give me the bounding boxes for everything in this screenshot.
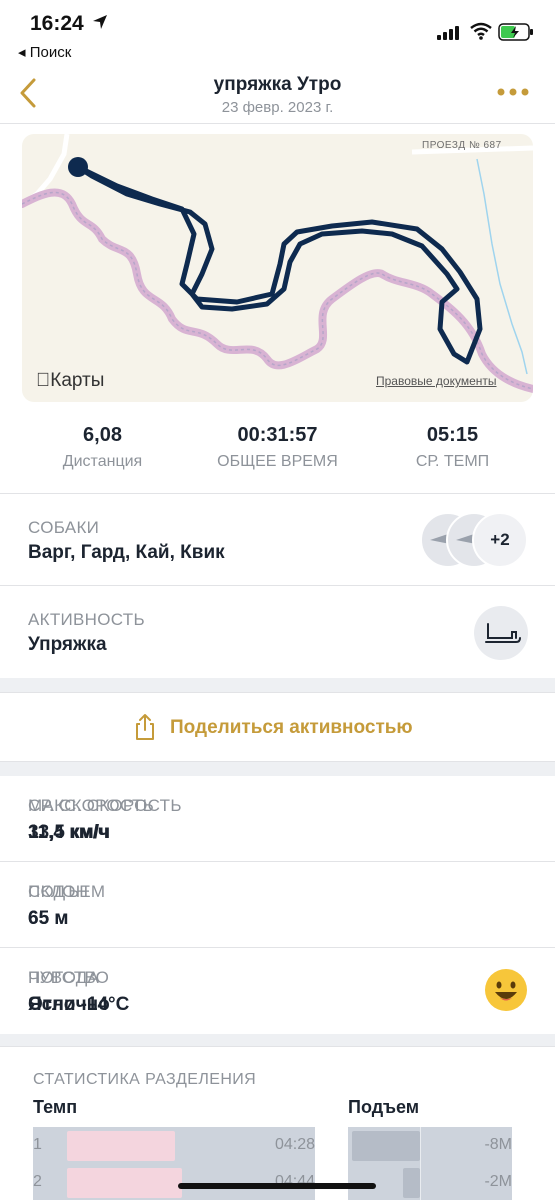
- avg-pace-label: СР. ТЕМП: [415, 453, 490, 470]
- elevation-bar: [352, 1131, 420, 1161]
- pace-table: 1 04:28 2 04:44: [33, 1127, 315, 1200]
- conditions-row: ПОГОДА Ясно -14°C ЧУВСТВО Отлично: [0, 948, 555, 1034]
- back-to-app-link[interactable]: ◂ Поиск: [18, 43, 71, 61]
- split-row: -2M: [348, 1164, 512, 1200]
- route-map[interactable]: ПРОЕЗД № 687 Карты Правовые документы: [22, 134, 533, 402]
- section-gap: [0, 1034, 555, 1046]
- total-time-value: 00:31:57: [237, 424, 318, 446]
- split-elevation: -8M: [484, 1136, 512, 1153]
- speed-row: СР. СКОРОСТЬ 11,4 км/ч МАКС. СКОРОСТЬ 33…: [0, 776, 555, 862]
- summary-total-time: 00:31:57 ОБЩЕЕ ВРЕМЯ: [185, 424, 370, 471]
- home-indicator[interactable]: [178, 1183, 376, 1189]
- feeling-value: Отлично: [28, 994, 110, 1015]
- status-bar: 16:24 ◂ Поиск: [0, 0, 555, 66]
- share-activity-button[interactable]: Поделиться активностью: [0, 692, 555, 762]
- happy-face-icon[interactable]: [484, 968, 528, 1012]
- battery-charging-icon: [498, 23, 533, 41]
- total-time-label: ОБЩЕЕ ВРЕМЯ: [217, 453, 338, 470]
- split-row: 1 04:28: [33, 1127, 315, 1164]
- avg-pace-value: 05:15: [426, 424, 479, 446]
- section-gap: [0, 678, 555, 692]
- split-number: 1: [33, 1136, 42, 1153]
- section-gap: [0, 762, 555, 776]
- distance-value: 6,08: [83, 424, 122, 446]
- more-options-icon[interactable]: [496, 82, 530, 102]
- page-date: 23 февр. 2023 г.: [221, 99, 334, 116]
- page-title: упряжка Утро: [213, 74, 342, 95]
- sled-icon: [474, 606, 528, 660]
- descent-value: 65 м: [28, 908, 69, 929]
- wifi-icon: [470, 22, 492, 40]
- elevation-row: ПОДЪЕМ 65 м СКЛОН 65 м: [0, 862, 555, 948]
- nav-header: упряжка Утро 23 февр. 2023 г.: [0, 66, 555, 124]
- share-icon: [136, 714, 154, 740]
- split-row: 2 04:44: [33, 1164, 315, 1200]
- more-dogs-badge: +2: [472, 512, 528, 568]
- map-drawing: [22, 134, 533, 393]
- split-elevation: -2M: [484, 1173, 512, 1190]
- dogs-row[interactable]: СОБАКИ Варг, Гард, Кай, Квик +2: [0, 494, 555, 586]
- activity-row[interactable]: АКТИВНОСТЬ Упряжка: [0, 586, 555, 678]
- pace-bar: [67, 1131, 175, 1161]
- maps-logo-text: Карты: [36, 370, 104, 391]
- split-row: -8M: [348, 1127, 512, 1164]
- elevation-bar: [403, 1168, 420, 1198]
- location-arrow-icon: [93, 15, 107, 29]
- activity-value: Упряжка: [28, 634, 107, 655]
- summary-stats: 6,08 Дистанция 00:31:57 ОБЩЕЕ ВРЕМЯ 05:1…: [0, 420, 555, 494]
- descent-label: СКЛОН: [28, 882, 89, 901]
- feeling-label: ЧУВСТВО: [28, 968, 110, 987]
- apple-maps-logo: Карты: [36, 370, 104, 392]
- share-label: Поделиться активностью: [170, 717, 413, 738]
- elevation-column-header: Подъем: [348, 1097, 420, 1117]
- pace-bar: [67, 1168, 182, 1198]
- split-pace: 04:28: [274, 1136, 315, 1153]
- map-road-label: ПРОЕЗД № 687: [422, 140, 502, 151]
- max-speed-label: МАКС. СКОРОСТЬ: [28, 796, 182, 815]
- splits-header: СТАТИСТИКА РАЗДЕЛЕНИЯ: [33, 1071, 257, 1088]
- cellular-signal-icon: [437, 26, 459, 40]
- distance-label: Дистанция: [62, 453, 143, 470]
- summary-distance: 6,08 Дистанция: [10, 424, 195, 471]
- activity-label: АКТИВНОСТЬ: [28, 610, 145, 629]
- dogs-value: Варг, Гард, Кай, Квик: [28, 542, 225, 563]
- max-speed-value: 33,5 км/ч: [28, 822, 111, 843]
- legal-link[interactable]: Правовые документы: [376, 374, 497, 388]
- elevation-table: -8M -2M: [348, 1127, 512, 1200]
- summary-avg-pace: 05:15 СР. ТЕМП: [360, 424, 545, 471]
- splits-section: СТАТИСТИКА РАЗДЕЛЕНИЯ Темп Подъем 1 04:2…: [0, 1046, 555, 1200]
- pace-column-header: Темп: [33, 1097, 78, 1117]
- dogs-label: СОБАКИ: [28, 518, 100, 537]
- split-number: 2: [33, 1173, 42, 1190]
- status-time: 16:24: [30, 12, 84, 35]
